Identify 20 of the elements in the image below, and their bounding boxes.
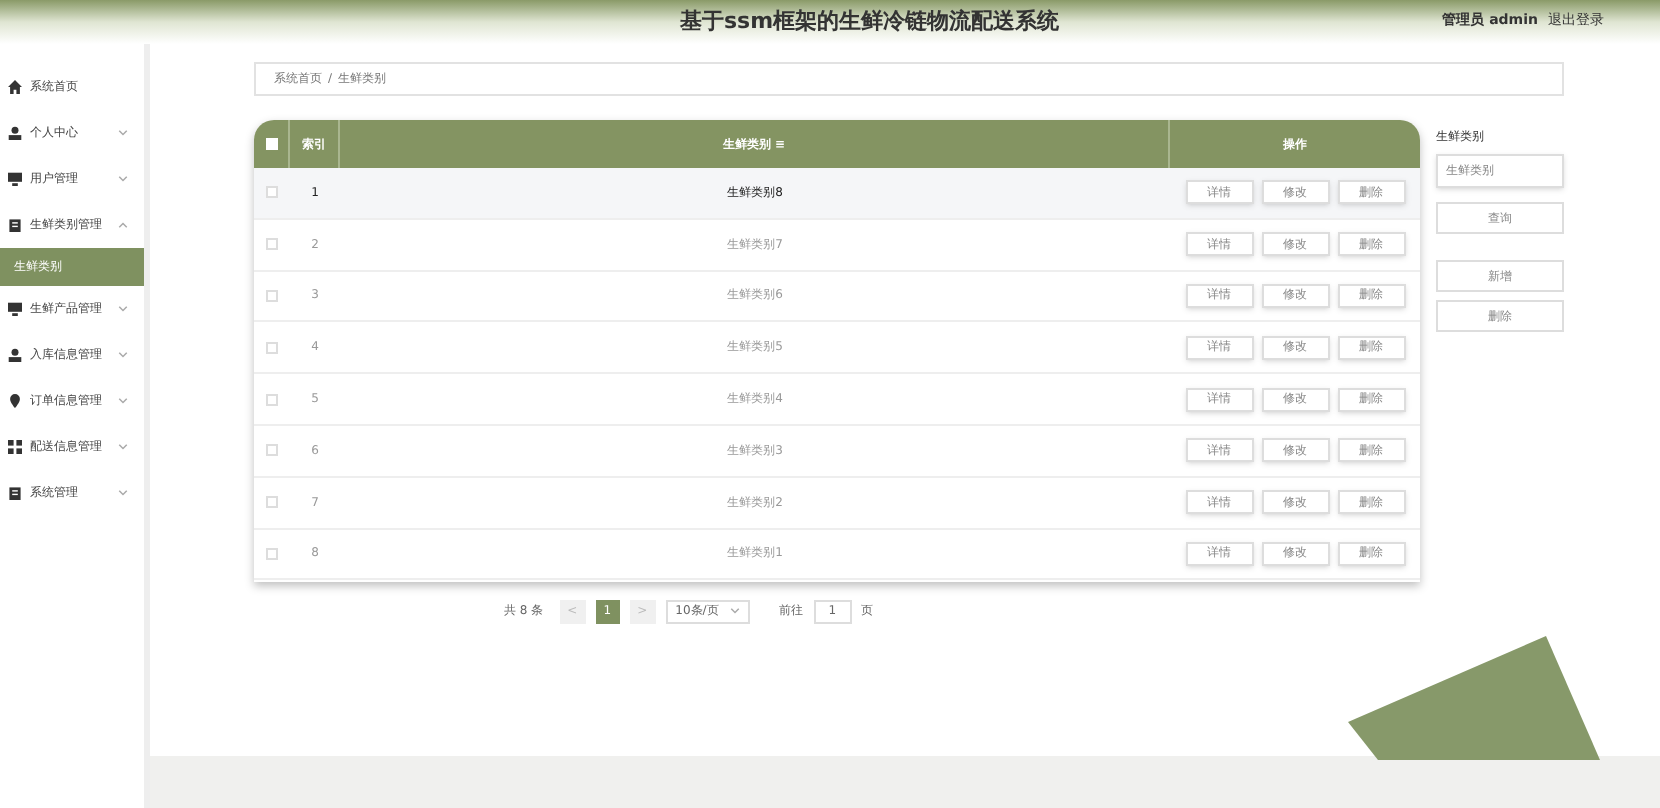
row-checkbox[interactable] [266, 238, 278, 251]
row-checkbox[interactable] [266, 444, 278, 457]
person-icon [8, 348, 22, 362]
monitor-icon [8, 172, 22, 186]
select-all-checkbox[interactable] [265, 138, 277, 150]
clipboard-icon [8, 486, 22, 500]
row-checkbox[interactable] [266, 341, 278, 354]
clipboard-icon [8, 218, 22, 232]
app-title: 基于ssm框架的生鲜冷链物流配送系统 [680, 6, 1060, 38]
home-icon [8, 80, 22, 94]
pin-icon [8, 394, 22, 408]
monitor-icon [8, 302, 22, 316]
row-checkbox[interactable] [266, 496, 278, 509]
row-checkbox[interactable] [266, 393, 278, 406]
chevron-down-icon [729, 608, 740, 614]
row-checkbox[interactable] [266, 289, 278, 302]
row-checkbox[interactable] [266, 186, 278, 199]
grid-icon [8, 440, 22, 454]
person-icon [8, 126, 22, 140]
row-checkbox[interactable] [266, 547, 278, 560]
